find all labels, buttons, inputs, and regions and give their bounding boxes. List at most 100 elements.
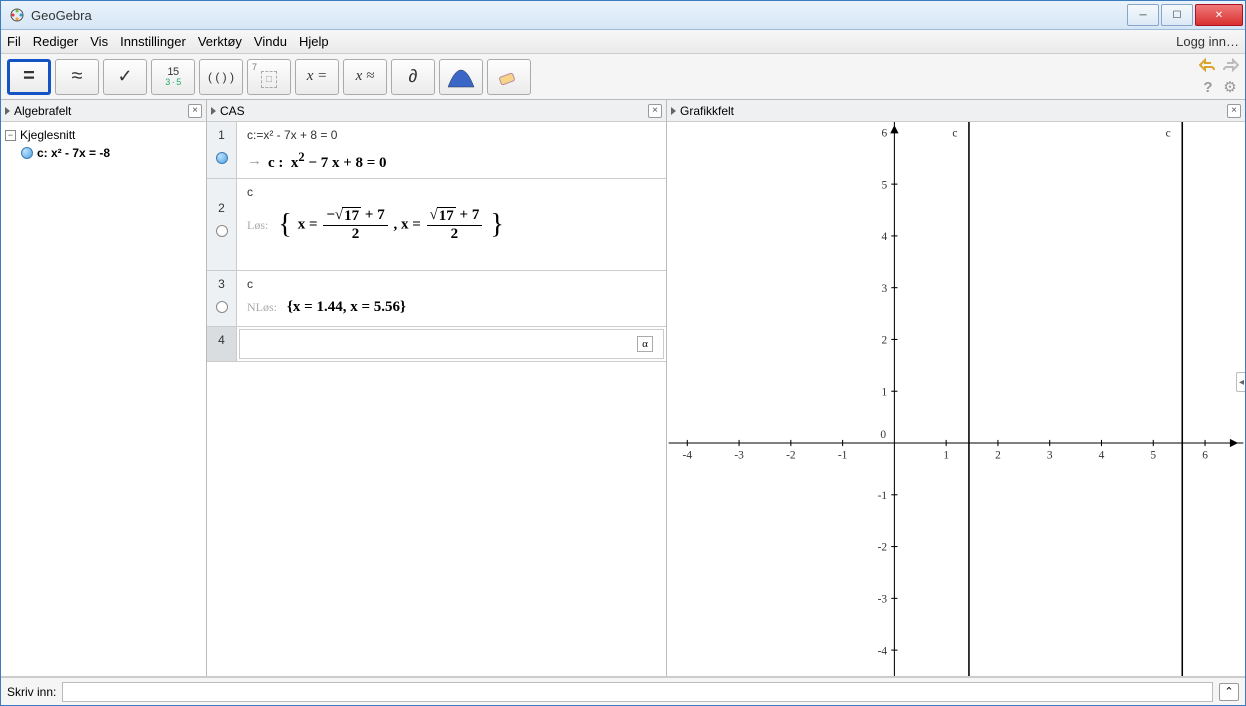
algebra-panel: Algebrafelt × − Kjeglesnitt c: x² - 7x =…	[1, 100, 207, 676]
tool-substitute[interactable]: 7□	[247, 59, 291, 95]
tool-keep[interactable]: ✓	[103, 59, 147, 95]
cas-input[interactable]: c	[247, 185, 656, 199]
svg-text:0: 0	[880, 429, 886, 441]
toolbar-right: ? ⚙	[1199, 58, 1239, 96]
svg-text:2: 2	[995, 450, 1001, 462]
svg-text:3: 3	[1047, 450, 1053, 462]
tool-derivative[interactable]: ∂	[391, 59, 435, 95]
menu-vindu[interactable]: Vindu	[254, 34, 287, 49]
svg-text:1: 1	[943, 450, 949, 462]
input-history-icon[interactable]: ⌃	[1219, 683, 1239, 701]
svg-text:-1: -1	[878, 490, 887, 502]
collapse-icon	[671, 107, 676, 115]
cas-gutter: 4	[207, 327, 237, 361]
cas-gutter: 1	[207, 122, 237, 178]
title-bar: GeoGebra ─ ☐ ✕	[1, 1, 1245, 30]
svg-text:-3: -3	[734, 450, 744, 462]
menu-rediger[interactable]: Rediger	[33, 34, 79, 49]
command-input[interactable]	[62, 682, 1213, 702]
graphics-panel: Grafikkfelt × -4 -3 -2 -1	[667, 100, 1245, 676]
graphics-close-icon[interactable]: ×	[1227, 104, 1241, 118]
svg-text:-3: -3	[878, 593, 888, 605]
svg-text:-1: -1	[838, 450, 847, 462]
tool-factor[interactable]: 153 · 5	[151, 59, 195, 95]
algebra-close-icon[interactable]: ×	[188, 104, 202, 118]
tree-group[interactable]: − Kjeglesnitt	[5, 126, 202, 144]
algebra-header[interactable]: Algebrafelt ×	[1, 100, 206, 122]
cas-rows: 1 c:=x² - 7x + 8 = 0 → c : x2 − 7 x + 8 …	[207, 122, 666, 676]
graphics-canvas[interactable]: -4 -3 -2 -1 0 1 2 3 4 5 6 1	[667, 122, 1245, 676]
settings-icon[interactable]: ⚙	[1221, 78, 1239, 96]
tool-solve[interactable]: x =	[295, 59, 339, 95]
tree-item-c[interactable]: c: x² - 7x = -8	[5, 144, 202, 162]
visibility-marble-icon[interactable]	[216, 301, 228, 313]
visibility-dot-icon[interactable]	[21, 147, 33, 159]
algebra-tree: − Kjeglesnitt c: x² - 7x = -8	[1, 122, 206, 166]
cas-row-4[interactable]: 4 α	[207, 327, 666, 362]
help-icon[interactable]: ?	[1199, 78, 1217, 96]
login-link[interactable]: Logg inn…	[1176, 34, 1239, 49]
tool-probability[interactable]	[439, 59, 483, 95]
cas-row-3[interactable]: 3 c NLøs: {x = 1.44, x = 5.56}	[207, 271, 666, 327]
cas-title: CAS	[220, 104, 648, 118]
tool-evaluate[interactable]: =	[7, 59, 51, 95]
svg-text:6: 6	[881, 127, 887, 139]
svg-text:6: 6	[1202, 450, 1208, 462]
menu-verktoy[interactable]: Verktøy	[198, 34, 242, 49]
main-panels: Algebrafelt × − Kjeglesnitt c: x² - 7x =…	[1, 100, 1245, 677]
collapse-icon	[211, 107, 216, 115]
menu-innstillinger[interactable]: Innstillinger	[120, 34, 186, 49]
svg-text:c: c	[952, 127, 957, 139]
svg-text:-4: -4	[683, 450, 693, 462]
svg-text:5: 5	[881, 179, 887, 191]
tool-expand[interactable]: ( ( ) )	[199, 59, 243, 95]
svg-text:-2: -2	[878, 542, 888, 554]
toolbar: = ≈ ✓ 153 · 5 ( ( ) ) 7□ x = x ≈ ∂ ? ⚙	[1, 54, 1245, 100]
window-buttons: ─ ☐ ✕	[1125, 4, 1243, 26]
cas-output: Løs: { x = −17 + 72 , x = 17 + 72 }	[247, 207, 656, 243]
app-icon	[9, 7, 25, 23]
cas-row-2[interactable]: 2 c Løs: { x = −17 + 72 , x = 17 + 72	[207, 179, 666, 271]
tool-nsolve[interactable]: x ≈	[343, 59, 387, 95]
svg-text:c: c	[1166, 127, 1171, 139]
close-button[interactable]: ✕	[1195, 4, 1243, 26]
menu-bar: Fil Rediger Vis Innstillinger Verktøy Vi…	[1, 30, 1245, 54]
cas-gutter: 3	[207, 271, 237, 326]
window-title: GeoGebra	[31, 8, 1125, 23]
visibility-marble-icon[interactable]	[216, 225, 228, 237]
graphics-header[interactable]: Grafikkfelt ×	[667, 100, 1245, 122]
cas-header[interactable]: CAS ×	[207, 100, 666, 122]
side-expand-icon[interactable]: ◂	[1236, 372, 1245, 392]
svg-text:3: 3	[881, 283, 887, 295]
alpha-keyboard-icon[interactable]: α	[637, 336, 653, 352]
minimize-button[interactable]: ─	[1127, 4, 1159, 26]
cas-output: → c : x2 − 7 x + 8 = 0	[247, 150, 656, 172]
graphics-title: Grafikkfelt	[680, 104, 1227, 118]
svg-text:-2: -2	[786, 450, 796, 462]
cas-input[interactable]: c	[247, 277, 656, 291]
svg-text:5: 5	[1150, 450, 1156, 462]
app-window: GeoGebra ─ ☐ ✕ Fil Rediger Vis Innstilli…	[0, 0, 1246, 706]
menu-fil[interactable]: Fil	[7, 34, 21, 49]
tool-approx[interactable]: ≈	[55, 59, 99, 95]
menu-vis[interactable]: Vis	[90, 34, 108, 49]
collapse-toggle-icon[interactable]: −	[5, 130, 16, 141]
menu-hjelp[interactable]: Hjelp	[299, 34, 329, 49]
visibility-marble-icon[interactable]	[216, 152, 228, 164]
svg-text:4: 4	[881, 231, 887, 243]
cas-row-1[interactable]: 1 c:=x² - 7x + 8 = 0 → c : x2 − 7 x + 8 …	[207, 122, 666, 179]
svg-text:1: 1	[881, 386, 887, 398]
cas-input-active[interactable]	[250, 337, 633, 352]
collapse-icon	[5, 107, 10, 115]
tool-delete[interactable]	[487, 59, 531, 95]
cas-input[interactable]: c:=x² - 7x + 8 = 0	[247, 128, 656, 142]
cas-close-icon[interactable]: ×	[648, 104, 662, 118]
algebra-title: Algebrafelt	[14, 104, 188, 118]
cas-output: NLøs: {x = 1.44, x = 5.56}	[247, 299, 656, 316]
svg-text:2: 2	[881, 335, 887, 347]
redo-icon[interactable]	[1221, 58, 1239, 76]
undo-icon[interactable]	[1199, 58, 1217, 76]
svg-text:4: 4	[1099, 450, 1105, 462]
maximize-button[interactable]: ☐	[1161, 4, 1193, 26]
input-bar: Skriv inn: ⌃	[1, 677, 1245, 705]
